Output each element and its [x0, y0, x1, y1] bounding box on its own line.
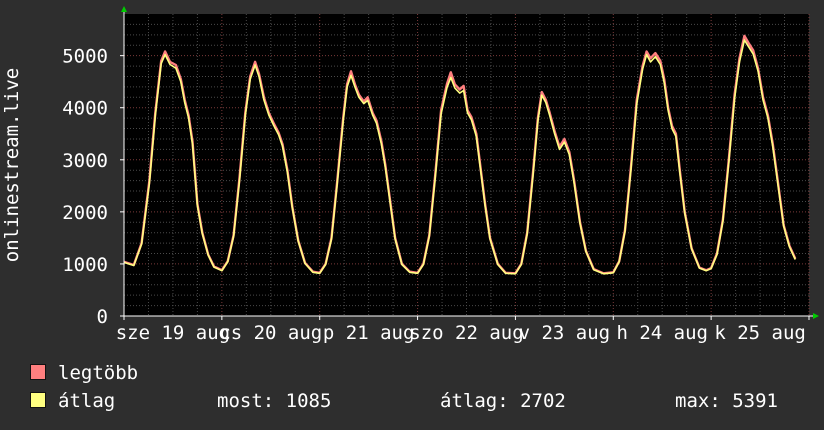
x-tick-label: p 21 aug — [323, 322, 415, 344]
x-tick-label: szo 22 aug — [409, 322, 523, 344]
y-axis-arrow — [121, 6, 127, 12]
x-axis: sze 19 augcs 20 aug p 21 augszo 22 augv 2… — [116, 316, 810, 344]
legend-item-max: legtöbb — [30, 362, 138, 384]
y-axis-label: onlinestream.live — [1, 67, 23, 263]
legend-label-max: legtöbb — [58, 362, 139, 384]
x-tick-label: v 23 aug — [519, 322, 611, 344]
stat-now: most: 1085 — [217, 390, 332, 412]
y-tick-label: 4000 — [62, 98, 108, 120]
legend-swatch-max — [30, 364, 46, 380]
y-axis: 0 1000 2000 3000 4000 5000 — [62, 46, 124, 328]
x-tick-label: h 24 aug — [616, 322, 708, 344]
legend-swatch-avg — [30, 392, 46, 408]
y-tick-label: 2000 — [62, 202, 108, 224]
x-axis-arrow — [813, 313, 819, 319]
y-tick-label: 5000 — [62, 46, 108, 68]
stat-max: max: 5391 — [675, 390, 778, 412]
stat-avg: átlag: 2702 — [440, 390, 566, 412]
y-tick-label: 1000 — [62, 254, 108, 276]
y-tick-label: 3000 — [62, 150, 108, 172]
x-tick-label: sze 19 aug — [116, 322, 230, 344]
legend-item-avg: átlag — [30, 390, 115, 412]
legend-label-avg: átlag — [58, 390, 116, 412]
x-tick-label: cs 20 aug — [219, 322, 322, 344]
y-tick-label: 0 — [97, 306, 108, 328]
x-tick-label: k 25 aug — [714, 322, 806, 344]
